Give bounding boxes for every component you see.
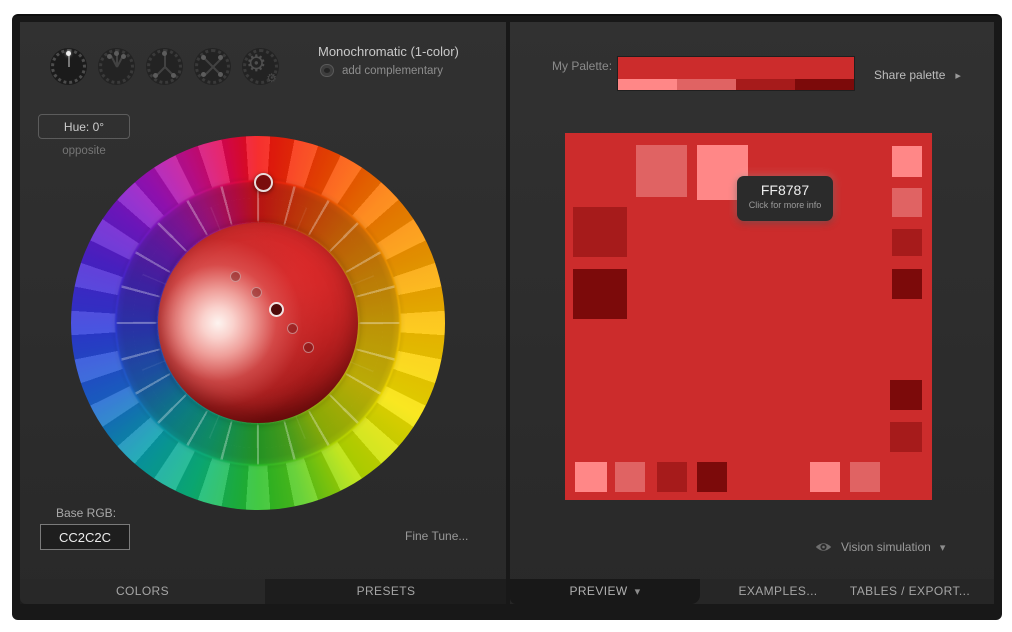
vision-simulation-dropdown[interactable]: Vision simulation: [815, 540, 945, 554]
eye-icon: [815, 541, 832, 553]
opposite-link[interactable]: opposite: [38, 145, 130, 157]
preview-square[interactable]: [657, 462, 687, 492]
add-complementary-toggle[interactable]: [320, 64, 334, 77]
preview-square[interactable]: [892, 146, 922, 177]
caret-down-icon: [940, 540, 946, 554]
adjacent-dots-icon: [114, 51, 119, 56]
my-palette-label: My Palette:: [552, 59, 612, 73]
fine-tune-link[interactable]: Fine Tune...: [405, 529, 500, 543]
preview-canvas[interactable]: FF8787 Click for more info: [565, 133, 932, 500]
adjacent-dots-icon: [107, 54, 112, 59]
scheme-type-buttons: ⚙ ⚙: [50, 48, 279, 85]
color-tooltip[interactable]: FF8787 Click for more info: [737, 176, 833, 221]
triad-dots-icon: [153, 73, 158, 78]
tetrad-dots-icon: [201, 55, 206, 60]
preview-square[interactable]: [615, 462, 645, 492]
ball-marker[interactable]: [251, 287, 262, 298]
gear-icon: ⚙: [246, 50, 267, 77]
tetrad-dots-icon: [201, 72, 206, 77]
tab-tables-export[interactable]: TABLES / EXPORT...: [840, 579, 980, 604]
preview-square[interactable]: [697, 462, 727, 492]
scheme-triad-button[interactable]: [146, 48, 183, 85]
ball-marker[interactable]: [230, 271, 241, 282]
scheme-monochromatic-button[interactable]: [50, 48, 87, 85]
palette-swatch[interactable]: [677, 79, 736, 90]
tab-examples[interactable]: EXAMPLES...: [700, 579, 856, 604]
tab-presets[interactable]: PRESETS: [266, 579, 506, 604]
base-rgb-label: Base RGB:: [56, 506, 116, 520]
tetrad-dots-icon: [218, 55, 223, 60]
color-wheel[interactable]: [71, 136, 445, 510]
palette-swatch[interactable]: [736, 79, 795, 90]
preview-square[interactable]: [850, 462, 880, 492]
brightness-saturation-ball[interactable]: [158, 223, 358, 423]
preview-square[interactable]: [636, 145, 687, 197]
vision-simulation-label: Vision simulation: [841, 540, 931, 554]
preview-square[interactable]: [892, 229, 922, 256]
caret-down-icon: [628, 584, 641, 598]
dial-line: [68, 55, 70, 67]
right-tab-bar: PREVIEW EXAMPLES... TABLES / EXPORT...: [510, 579, 994, 604]
preview-square[interactable]: [892, 188, 922, 217]
ball-marker[interactable]: [303, 342, 314, 353]
tab-colors[interactable]: COLORS: [20, 579, 265, 604]
tetrad-dots-icon: [218, 72, 223, 77]
tooltip-hex-value: FF8787: [737, 182, 833, 198]
ball-marker[interactable]: [287, 323, 298, 334]
share-palette-label: Share palette: [874, 68, 945, 82]
preview-square[interactable]: [575, 462, 607, 492]
adjacent-dots-icon: [121, 54, 126, 59]
tooltip-hint: Click for more info: [737, 200, 833, 210]
preview-square[interactable]: [890, 380, 922, 410]
my-palette-strip[interactable]: [618, 57, 854, 90]
left-tab-bar: COLORS PRESETS: [20, 579, 506, 604]
preview-square[interactable]: [890, 422, 922, 452]
scheme-title: Monochromatic (1-color): [318, 44, 459, 59]
triad-dots-icon: [162, 51, 167, 56]
scheme-freestyle-button[interactable]: ⚙ ⚙: [242, 48, 279, 85]
hue-button[interactable]: Hue: 0°: [38, 114, 130, 139]
preview-square[interactable]: [810, 462, 840, 492]
app-window: ⚙ ⚙ Monochromatic (1-color) add compleme…: [12, 14, 1002, 620]
triad-dots-icon: [171, 73, 176, 78]
base-rgb-input[interactable]: [40, 524, 130, 550]
right-panel: My Palette: Share palette FF8787 Click f…: [510, 22, 994, 604]
mono-dot-icon: [66, 51, 71, 56]
dial-line: [164, 55, 166, 67]
preview-square[interactable]: [573, 269, 627, 319]
hue-marker[interactable]: [254, 173, 273, 192]
page: ⚙ ⚙ Monochromatic (1-color) add compleme…: [0, 0, 1012, 632]
ball-marker-main[interactable]: [269, 302, 284, 317]
add-complementary-label: add complementary: [342, 65, 443, 77]
tab-preview-label: PREVIEW: [569, 584, 627, 598]
left-panel: ⚙ ⚙ Monochromatic (1-color) add compleme…: [20, 22, 506, 604]
palette-swatch[interactable]: [795, 79, 854, 90]
arrow-right-icon: [955, 68, 961, 82]
palette-swatch[interactable]: [618, 79, 677, 90]
toggle-dot: [324, 68, 330, 73]
preview-square[interactable]: [892, 269, 922, 299]
scheme-tetrad-button[interactable]: [194, 48, 231, 85]
palette-base-swatch[interactable]: [618, 57, 854, 79]
palette-variant-swatches: [618, 79, 854, 90]
share-palette-link[interactable]: Share palette: [874, 68, 961, 82]
tab-preview[interactable]: PREVIEW: [510, 579, 700, 604]
scheme-adjacent-button[interactable]: [98, 48, 135, 85]
add-complementary-row: add complementary: [320, 64, 443, 77]
gear-small-icon: ⚙: [266, 71, 277, 85]
preview-square[interactable]: [573, 207, 627, 257]
